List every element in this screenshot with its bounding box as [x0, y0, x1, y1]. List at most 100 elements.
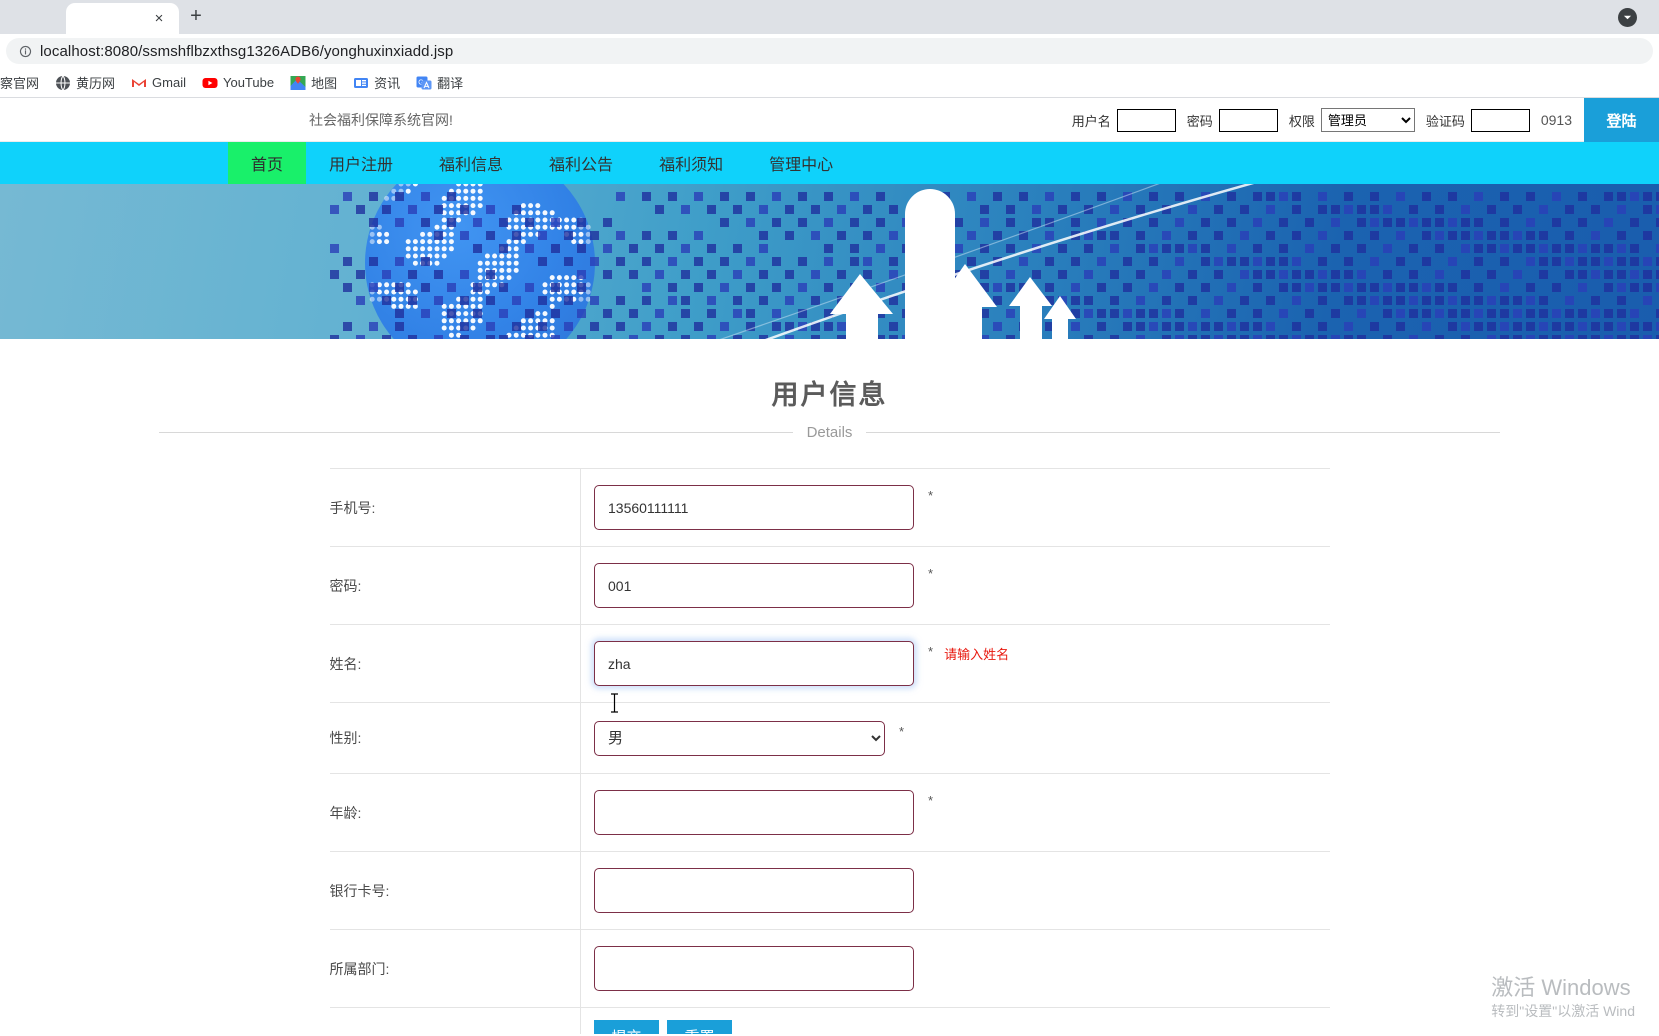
nav-item-welfare-guide[interactable]: 福利须知	[636, 142, 746, 184]
role-label: 权限	[1288, 113, 1315, 129]
form-row: 性别: 男女 *	[329, 702, 1330, 774]
bookmark-label: 黄历网	[76, 76, 116, 91]
page-subtitle-row: Details	[0, 424, 1659, 441]
bookmark-label: 地图	[311, 76, 338, 91]
field-label: 所属部门:	[329, 960, 390, 977]
form-row-label: 密码:	[329, 546, 581, 625]
site-header: 社会福利保障系统官网! 用户名 密码 权限 管理员用户 验证码 0913 登陆	[0, 98, 1659, 142]
bookmark-label: 察官网	[0, 76, 40, 91]
bookmark-label: YouTube	[222, 75, 275, 90]
tab-strip: × +	[0, 0, 213, 34]
translate-icon: G	[416, 75, 432, 91]
form-row-label: 所属部门:	[329, 929, 581, 1008]
form-actions-spacer	[329, 1007, 581, 1034]
user-info-form: 手机号: * 密码: * 姓名: * 请输入姓名性别: 男女 * 年龄: * 银行卡号: 所属部门: 提交…	[329, 468, 1330, 1034]
captcha-input[interactable]	[1470, 108, 1530, 132]
field-label: 银行卡号:	[329, 882, 390, 899]
page-title: 用户信息	[771, 380, 888, 410]
role-select[interactable]: 管理员用户	[1320, 108, 1415, 132]
bookmark-label: Gmail	[152, 75, 186, 90]
page-content: 社会福利保障系统官网! 用户名 密码 权限 管理员用户 验证码 0913 登陆 …	[0, 98, 1659, 1034]
form-row-field: 男女 *	[581, 703, 1330, 774]
field-input[interactable]	[594, 790, 914, 835]
form-row: 手机号: *	[329, 468, 1330, 547]
form-row-label: 性别:	[329, 702, 581, 774]
form-row-field	[581, 852, 1330, 930]
field-input[interactable]	[594, 946, 914, 991]
login-button[interactable]: 登陆	[1584, 98, 1659, 142]
omnibox-row: localhost:8080/ssmshflbzxthsg1326ADB6/yo…	[0, 34, 1659, 68]
captcha-label: 验证码	[1425, 113, 1465, 129]
password-label: 密码	[1186, 113, 1213, 129]
profile-chevron-down-icon[interactable]	[1618, 8, 1637, 27]
page-title-section: 用户信息 Details	[0, 339, 1659, 441]
close-icon[interactable]: ×	[151, 11, 167, 27]
form-row-field: * 请输入姓名	[581, 625, 1330, 703]
site-slogan: 社会福利保障系统官网!	[309, 111, 453, 128]
bookmark-label: 资讯	[374, 76, 401, 91]
nav-item-admin-center[interactable]: 管理中心	[746, 142, 856, 184]
hero-banner	[0, 184, 1659, 339]
required-asterisk: *	[928, 644, 934, 659]
nav-item-register[interactable]: 用户注册	[306, 142, 416, 184]
bookmark-item[interactable]: 黄历网	[48, 70, 122, 95]
globe-icon	[55, 75, 71, 91]
form-row-field: *	[581, 547, 1330, 625]
address-bar[interactable]: localhost:8080/ssmshflbzxthsg1326ADB6/yo…	[6, 38, 1653, 64]
page-info-icon[interactable]	[18, 44, 32, 58]
submit-button[interactable]: 提交	[594, 1020, 659, 1034]
new-tab-button[interactable]: +	[179, 0, 213, 33]
form-row-label: 年龄:	[329, 773, 581, 852]
windows-activation-watermark: 激活 Windows 转到"设置"以激活 Wind	[1491, 974, 1635, 1023]
required-asterisk: *	[928, 793, 934, 808]
reset-button[interactable]: 重置	[667, 1020, 732, 1034]
field-error-message: 请输入姓名	[944, 647, 1010, 662]
divider-left	[158, 432, 793, 433]
browser-tab[interactable]: ×	[66, 3, 179, 34]
nav-item-welfare-notice[interactable]: 福利公告	[526, 142, 636, 184]
gender-select[interactable]: 男女	[594, 720, 885, 756]
field-input[interactable]	[594, 641, 914, 686]
bookmark-item[interactable]: Gmail	[124, 72, 193, 94]
required-asterisk: *	[899, 723, 905, 739]
banner-arrows	[830, 264, 1076, 339]
news-icon	[353, 75, 369, 91]
captcha-code[interactable]: 0913	[1541, 112, 1572, 128]
field-label: 密码:	[329, 577, 362, 594]
field-label: 手机号:	[329, 499, 376, 516]
password-input[interactable]	[1218, 108, 1278, 132]
field-label: 年龄:	[329, 804, 362, 821]
required-asterisk: *	[928, 488, 934, 503]
form-row: 姓名: * 请输入姓名	[329, 624, 1330, 703]
field-input[interactable]	[594, 868, 914, 913]
address-bar-url: localhost:8080/ssmshflbzxthsg1326ADB6/yo…	[40, 42, 454, 60]
bookmark-item[interactable]: G 翻译	[409, 70, 470, 95]
form-actions-row: 提交重置	[329, 1007, 1330, 1034]
browser-tab-bar: × +	[0, 0, 1659, 34]
bookmark-label: 翻译	[437, 76, 464, 91]
form-row-field	[581, 930, 1330, 1008]
form-row: 年龄: *	[329, 773, 1330, 852]
bookmark-item[interactable]: YouTube	[195, 72, 281, 94]
field-input[interactable]	[594, 563, 914, 608]
gmail-icon	[131, 75, 147, 91]
form-row-field: *	[581, 774, 1330, 852]
bookmark-item[interactable]: 察官网	[0, 70, 46, 95]
form-row: 密码: *	[329, 546, 1330, 625]
username-input[interactable]	[1116, 108, 1176, 132]
form-row-field: *	[581, 469, 1330, 547]
field-label: 性别:	[329, 730, 362, 746]
watermark-line-1: 激活 Windows	[1491, 974, 1631, 1000]
bookmark-item[interactable]: 资讯	[346, 70, 407, 95]
form-row: 所属部门:	[329, 929, 1330, 1008]
field-input[interactable]	[594, 485, 914, 530]
bookmark-item[interactable]: 地图	[283, 70, 344, 95]
nav-item-welfare-info[interactable]: 福利信息	[416, 142, 526, 184]
login-form: 用户名 密码 权限 管理员用户 验证码 0913 登陆	[1072, 98, 1659, 142]
username-label: 用户名	[1071, 113, 1111, 129]
form-row-label: 姓名:	[329, 624, 581, 703]
watermark-line-2: 转到"设置"以激活 Wind	[1491, 1003, 1635, 1019]
form-row-label: 银行卡号:	[329, 851, 581, 930]
nav-item-home[interactable]: 首页	[228, 142, 307, 184]
form-row-label: 手机号:	[329, 468, 581, 547]
